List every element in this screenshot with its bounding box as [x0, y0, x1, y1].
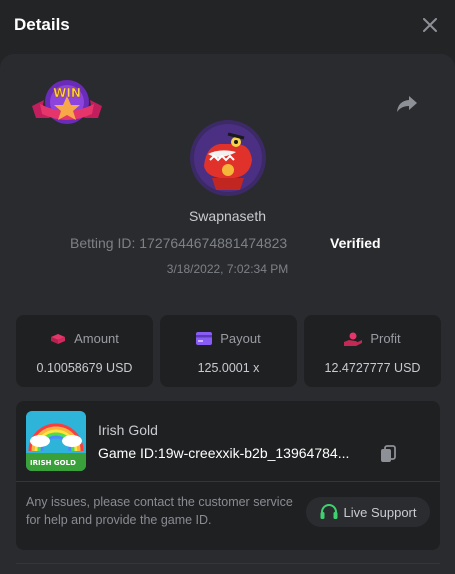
support-message: Any issues, please contact the customer …: [26, 495, 293, 527]
verified-badge: Verified: [330, 235, 381, 251]
svg-text:IRISH GOLD: IRISH GOLD: [30, 459, 76, 467]
stat-value: 12.4727777 USD: [324, 361, 421, 375]
game-id: Game ID:19w-creexxik-b2b_13964784...: [98, 445, 350, 461]
stat-payout: Payout 125.0001 x: [160, 315, 297, 387]
bet-date: 3/18/2022, 7:02:34 PM: [166, 262, 289, 276]
share-icon: [397, 96, 417, 112]
svg-text:WIN: WIN: [53, 86, 81, 100]
chip-icon: [51, 333, 66, 344]
bottom-divider: [16, 563, 440, 564]
betting-id-row: Betting ID: 1727644674881474823 Verified: [70, 235, 400, 255]
stat-value: 0.10058679 USD: [36, 361, 133, 375]
share-button[interactable]: [396, 94, 422, 116]
stat-profit: Profit 12.4727777 USD: [304, 315, 441, 387]
page-title: Details: [14, 15, 70, 34]
close-button[interactable]: [419, 14, 441, 36]
hand-coin-icon: [344, 332, 363, 346]
stat-value: 125.0001 x: [197, 361, 260, 375]
copy-icon: [381, 445, 396, 462]
live-support-label: Live Support: [343, 504, 417, 520]
game-card: IRISH GOLD Irish Gold Game ID:19w-creexx…: [16, 401, 440, 550]
game-thumbnail[interactable]: IRISH GOLD: [26, 411, 86, 471]
betting-id: Betting ID: 1727644674881474823: [70, 235, 288, 251]
avatar: [190, 120, 266, 196]
details-header: Details: [0, 0, 455, 50]
username: Swapnaseth: [188, 208, 267, 224]
stat-amount: Amount 0.10058679 USD: [16, 315, 153, 387]
divider: [16, 481, 440, 482]
stat-label: Payout: [220, 331, 261, 346]
game-name: Irish Gold: [98, 422, 158, 438]
win-badge-icon: WIN: [30, 78, 104, 130]
stat-label: Amount: [74, 331, 119, 346]
close-icon: [423, 18, 437, 32]
copy-button[interactable]: [380, 445, 398, 463]
headset-icon: [320, 504, 337, 519]
live-support-button[interactable]: Live Support: [306, 497, 430, 527]
stat-label: Profit: [370, 331, 401, 346]
card-icon: [196, 332, 213, 345]
